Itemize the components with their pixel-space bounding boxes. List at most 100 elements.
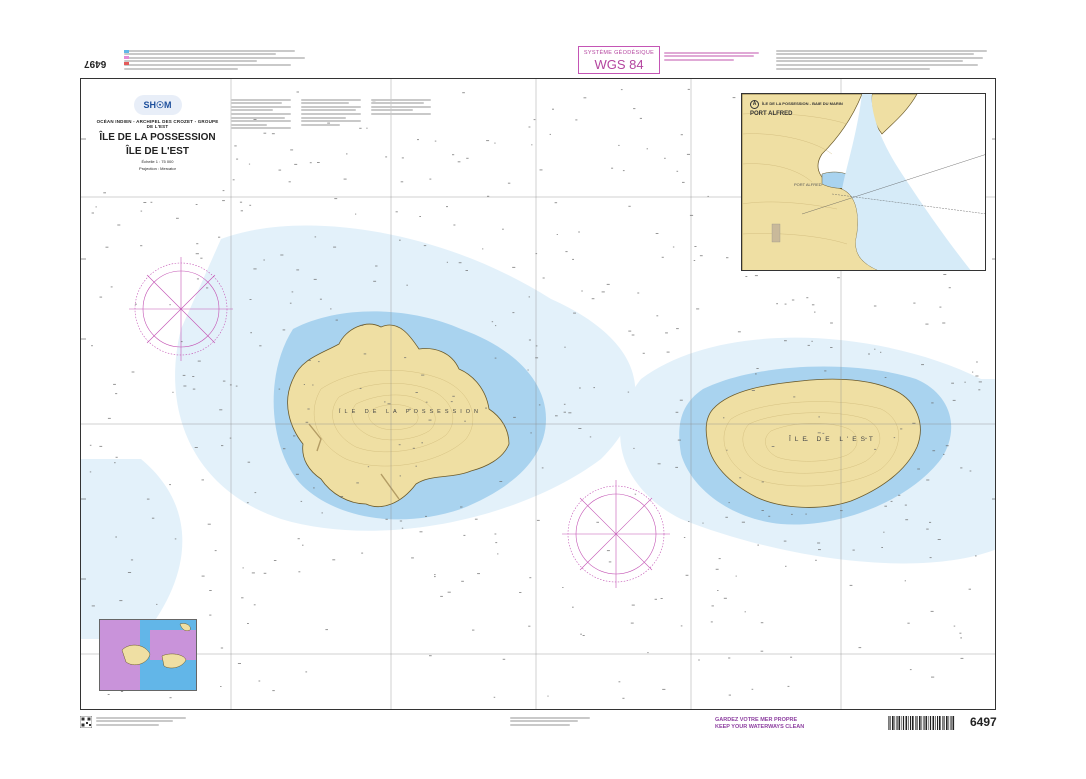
sounding-mark <box>196 278 199 280</box>
sounding-mark <box>361 552 364 554</box>
sounding-mark <box>317 162 320 163</box>
sounding-mark <box>296 269 300 271</box>
inset-port-alfred[interactable]: A ÎLE DE LA POSSESSION - BAIE DU MARIN PO… <box>741 93 986 271</box>
sounding-mark <box>528 339 531 341</box>
sounding-mark <box>751 688 754 690</box>
sounding-mark <box>314 236 317 238</box>
sounding-mark <box>538 404 541 406</box>
sounding-mark <box>411 557 414 559</box>
sounding-mark <box>472 629 475 631</box>
sounding-mark <box>332 559 336 561</box>
sounding-mark <box>169 304 171 306</box>
sounding-mark <box>715 568 719 570</box>
nautical-chart[interactable]: SH☉M OCÉAN INDIEN - ARCHIPEL DES CROZET … <box>80 78 996 710</box>
sounding-mark <box>201 479 204 481</box>
sounding-mark <box>628 330 632 332</box>
sounding-mark <box>466 157 469 159</box>
sounding-mark <box>830 322 833 324</box>
sounding-mark <box>657 463 661 465</box>
sounding-mark <box>156 603 158 605</box>
sounding-mark <box>247 461 251 463</box>
sounding-mark <box>948 287 951 289</box>
sounding-mark <box>785 565 787 567</box>
qr-code[interactable] <box>79 715 93 729</box>
sounding-mark <box>241 597 244 599</box>
sounding-mark <box>675 411 679 413</box>
sounding-mark <box>884 505 887 507</box>
sounding-mark <box>219 409 223 411</box>
sounding-mark <box>717 590 719 591</box>
sounding-mark <box>807 344 810 346</box>
sounding-mark <box>91 212 94 214</box>
sounding-mark <box>969 470 972 472</box>
sounding-mark <box>968 588 971 590</box>
sounding-mark <box>366 127 368 129</box>
sounding-mark <box>134 303 137 305</box>
barcode-bar <box>892 716 894 730</box>
barcode-bar <box>888 716 889 730</box>
keep-clean-en: KEEP YOUR WATERWAYS CLEAN <box>715 724 805 730</box>
sounding-mark <box>248 163 251 165</box>
sounding-mark <box>499 481 503 482</box>
sounding-mark <box>676 328 679 330</box>
sounding-mark <box>630 622 634 624</box>
sounding-mark <box>222 380 226 382</box>
sounding-mark <box>246 502 249 504</box>
sounding-mark <box>675 466 678 468</box>
sounding-mark <box>562 587 564 588</box>
sounding-mark <box>359 127 362 129</box>
sounding-mark <box>533 119 536 121</box>
sounding-mark <box>462 92 465 94</box>
sounding-mark <box>289 302 292 304</box>
sounding-mark <box>440 595 443 597</box>
sounding-mark <box>552 108 554 110</box>
sounding-mark <box>127 572 132 573</box>
sounding-mark <box>806 297 809 299</box>
sounding-mark <box>404 357 407 359</box>
sounding-mark <box>384 401 386 403</box>
sounding-mark <box>893 437 896 439</box>
sounding-mark <box>453 224 456 226</box>
possession-island-label: ÎLE DE LA POSSESSION <box>339 409 482 415</box>
sounding-mark <box>309 162 312 164</box>
sounding-mark <box>824 370 827 372</box>
sounding-mark <box>618 681 621 683</box>
sounding-mark <box>744 611 746 613</box>
sounding-mark <box>687 88 690 90</box>
sounding-mark <box>760 622 764 624</box>
sounding-mark <box>745 276 748 277</box>
sounding-mark <box>680 625 683 627</box>
sounding-mark <box>555 415 558 417</box>
sounding-mark <box>446 206 448 208</box>
sounding-mark <box>818 549 821 551</box>
inset-letter: A <box>750 100 759 109</box>
sounding-mark <box>917 468 920 470</box>
sounding-mark <box>572 606 574 608</box>
geodetic-system-box: SYSTÈME GÉODÉSIQUE WGS 84 <box>578 46 660 74</box>
sounding-mark <box>313 278 317 280</box>
sounding-mark <box>463 534 466 536</box>
sounding-mark <box>254 492 257 494</box>
sounding-mark <box>783 540 787 542</box>
sounding-mark <box>419 531 423 533</box>
sounding-mark <box>502 658 506 660</box>
sounding-mark <box>398 444 401 446</box>
sounding-mark <box>117 224 121 226</box>
sounding-mark <box>399 520 403 522</box>
sounding-mark <box>434 576 436 578</box>
sounding-mark <box>554 202 558 204</box>
sounding-mark <box>596 521 599 523</box>
sounding-mark <box>434 140 437 142</box>
inset-map <box>742 94 985 270</box>
sounding-mark <box>527 369 529 371</box>
sounding-mark <box>169 697 172 699</box>
sounding-mark <box>666 351 670 353</box>
sounding-mark <box>637 292 640 294</box>
barcode-bar <box>925 716 928 730</box>
geodetic-notes <box>664 50 764 62</box>
sounding-mark <box>942 322 946 324</box>
barcode-bar <box>948 716 950 730</box>
sounding-mark <box>491 321 494 323</box>
sounding-mark <box>741 521 745 523</box>
sounding-mark <box>784 340 787 342</box>
